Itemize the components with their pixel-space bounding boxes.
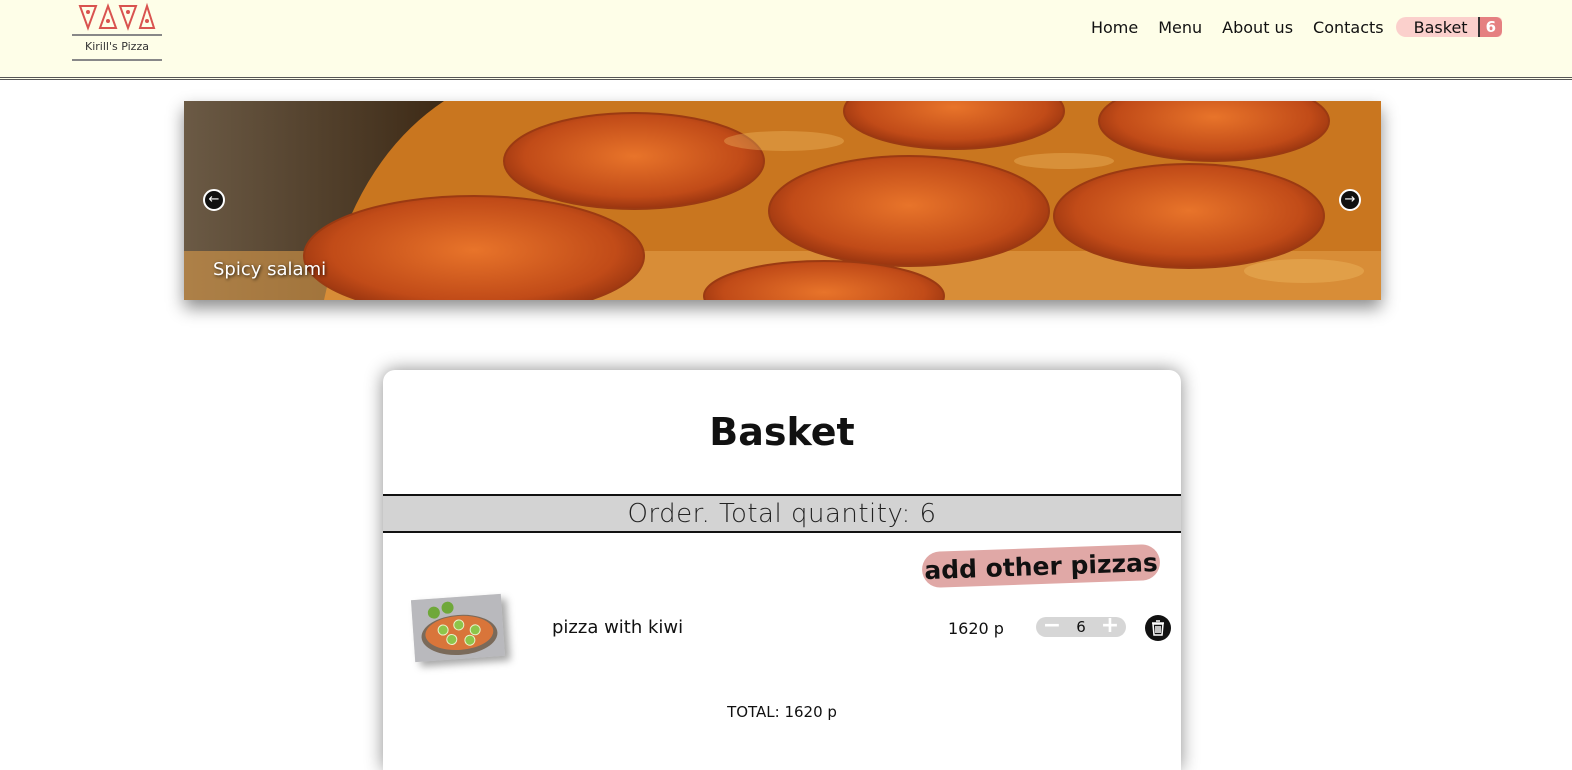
pizza-thumbnail bbox=[410, 593, 506, 663]
nav-menu[interactable]: Menu bbox=[1158, 18, 1202, 37]
arrow-left-icon: ← bbox=[208, 192, 220, 207]
add-other-pizzas-button[interactable]: add other pizzas bbox=[921, 543, 1161, 589]
increase-quantity-button[interactable]: + bbox=[1100, 615, 1120, 637]
slide-image bbox=[184, 101, 1381, 300]
basket-item-row: pizza with kiwi 1620 р − 6 + bbox=[383, 592, 1181, 663]
site-logo[interactable]: Kirill's Pizza bbox=[72, 2, 162, 62]
order-summary-bar: Order. Total quantity: 6 bbox=[383, 494, 1181, 533]
main-nav: Home Menu About us Contacts Basket 6 bbox=[1071, 16, 1502, 38]
decrease-quantity-button[interactable]: − bbox=[1042, 615, 1062, 637]
pizza-slider: ← → Spicy salami bbox=[184, 101, 1381, 300]
quantity-stepper: − 6 + bbox=[1036, 615, 1126, 637]
site-header: Kirill's Pizza Home Menu About us Contac… bbox=[0, 0, 1572, 80]
basket-title: Basket bbox=[709, 410, 855, 454]
logo-text: Kirill's Pizza bbox=[85, 40, 149, 53]
nav-basket[interactable]: Basket 6 bbox=[1395, 17, 1502, 37]
item-price: 1620 р bbox=[948, 619, 1004, 638]
basket-total: TOTAL: 1620 р bbox=[727, 703, 837, 721]
arrow-right-icon: → bbox=[1344, 192, 1356, 207]
order-summary-text: Order. Total quantity: 6 bbox=[627, 498, 937, 529]
nav-home[interactable]: Home bbox=[1091, 18, 1138, 37]
slider-next-button[interactable]: → bbox=[1339, 189, 1361, 211]
basket-card: Basket Order. Total quantity: 6 add othe… bbox=[383, 370, 1181, 770]
pizza-slices-icon bbox=[78, 2, 156, 31]
remove-item-button[interactable] bbox=[1145, 615, 1171, 641]
nav-contacts[interactable]: Contacts bbox=[1313, 18, 1384, 37]
quantity-value: 6 bbox=[1076, 618, 1086, 636]
nav-about[interactable]: About us bbox=[1222, 18, 1293, 37]
basket-label: Basket bbox=[1413, 17, 1468, 37]
trash-icon bbox=[1152, 620, 1164, 636]
slide-caption: Spicy salami bbox=[213, 259, 327, 280]
logo-divider-bottom bbox=[72, 59, 162, 61]
logo-divider-top bbox=[72, 34, 162, 36]
item-name: pizza with kiwi bbox=[552, 617, 684, 638]
basket-count-badge: 6 bbox=[1477, 17, 1502, 37]
slider-prev-button[interactable]: ← bbox=[203, 189, 225, 211]
